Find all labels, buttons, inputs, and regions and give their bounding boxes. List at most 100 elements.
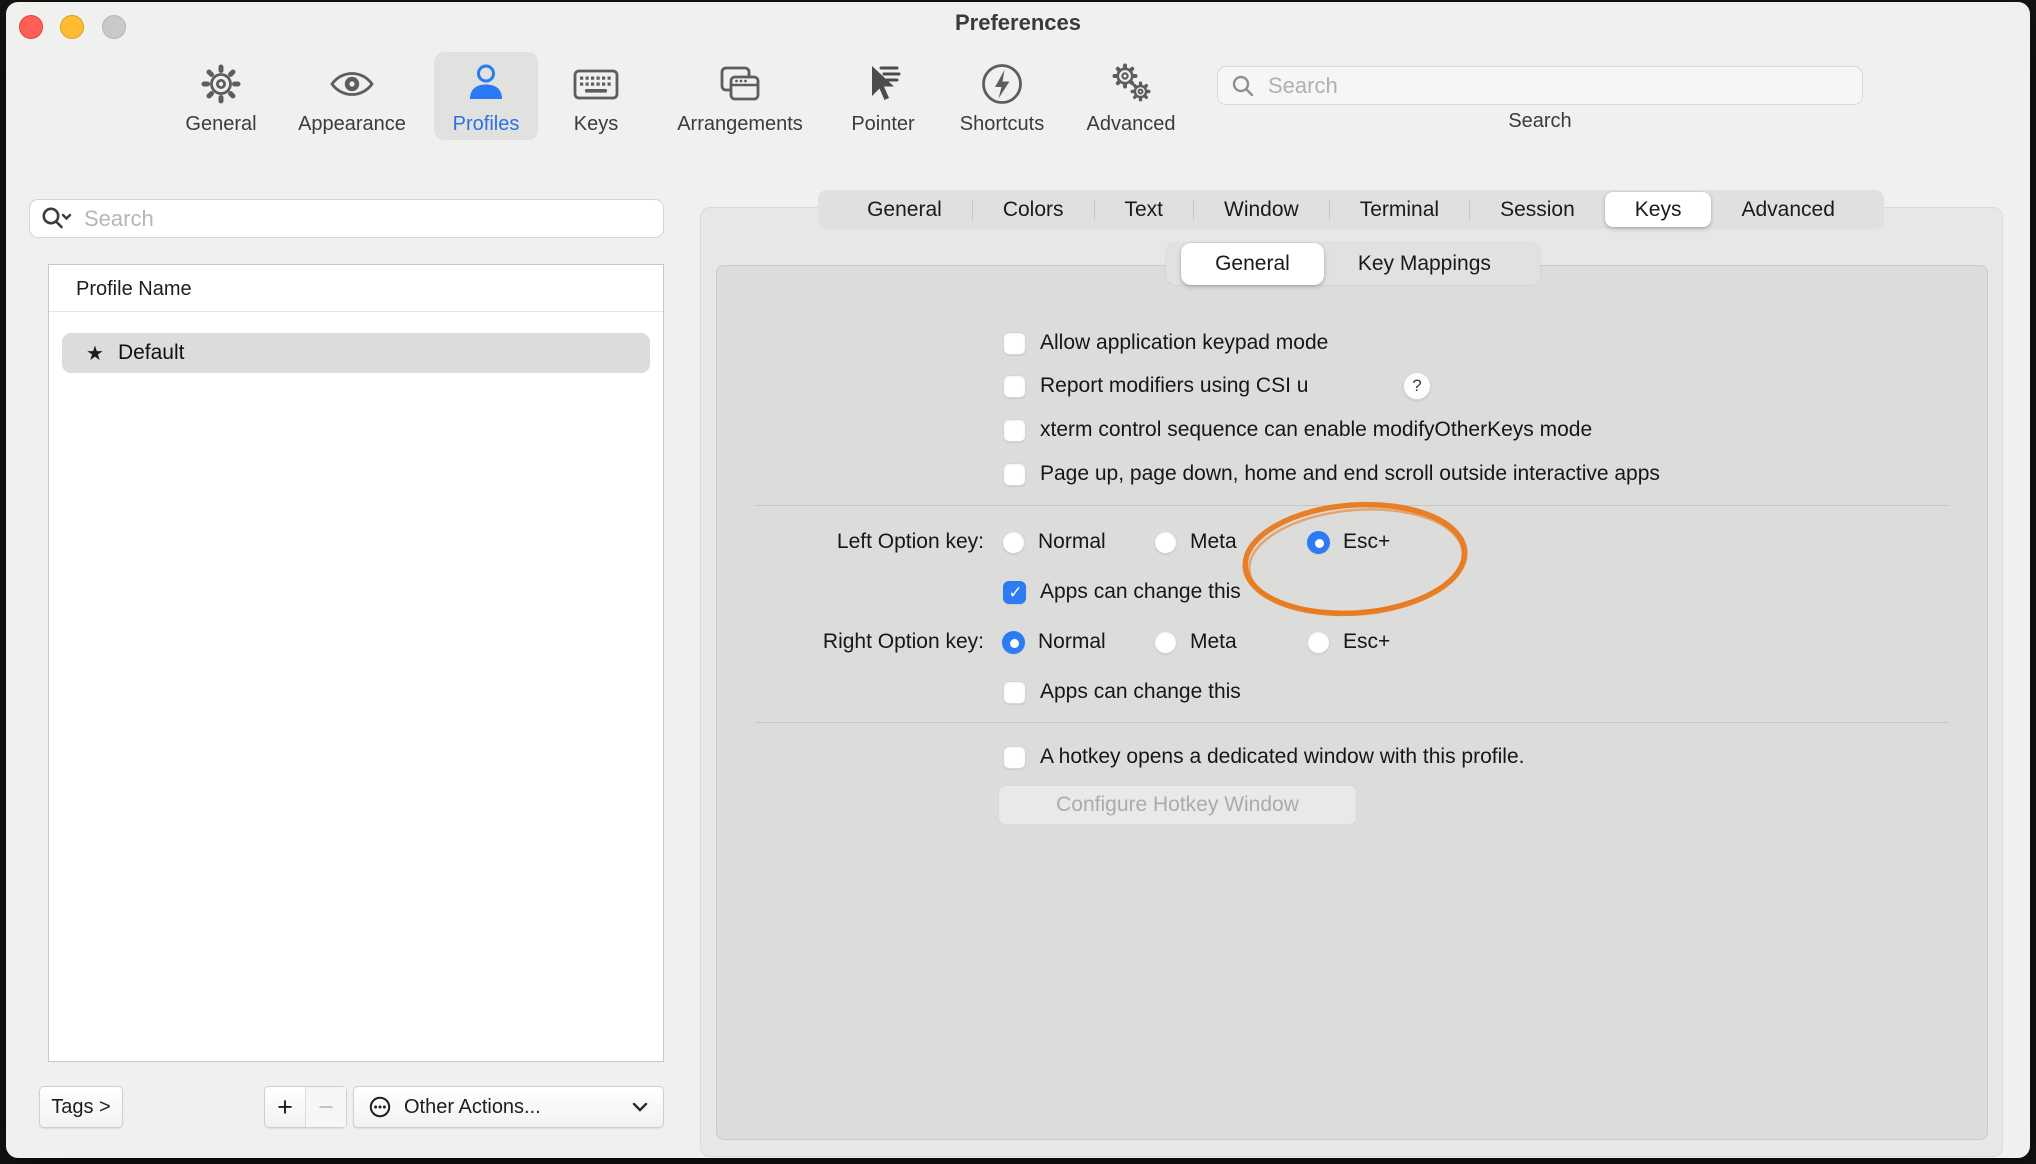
right-option-normal: Normal bbox=[1002, 627, 1106, 657]
tab-text[interactable]: Text bbox=[1095, 192, 1194, 227]
right-option-meta: Meta bbox=[1154, 627, 1237, 657]
window-title: Preferences bbox=[868, 10, 1168, 36]
minus-icon: − bbox=[318, 1092, 334, 1123]
right-option-key-label: Right Option key: bbox=[694, 627, 984, 657]
radio-right-normal[interactable] bbox=[1002, 631, 1025, 654]
star-icon: ★ bbox=[86, 341, 104, 366]
row-hotkey: A hotkey opens a dedicated window with t… bbox=[1003, 742, 1524, 772]
tags-button[interactable]: Tags > bbox=[39, 1086, 123, 1128]
radio-right-esc[interactable] bbox=[1307, 631, 1330, 654]
toolbar-item-profiles[interactable]: Profiles bbox=[434, 52, 538, 140]
tab-keys[interactable]: Keys bbox=[1605, 192, 1712, 227]
profile-row-default[interactable]: ★ Default bbox=[62, 333, 650, 373]
profile-list bbox=[48, 264, 664, 1062]
tab-general[interactable]: General bbox=[837, 192, 972, 227]
tab-window[interactable]: Window bbox=[1194, 192, 1329, 227]
checkbox-page-scroll[interactable] bbox=[1003, 463, 1026, 486]
remove-profile-button[interactable]: − bbox=[305, 1087, 346, 1127]
keyboard-icon bbox=[571, 59, 621, 109]
label-keypad-mode: Allow application keypad mode bbox=[1040, 331, 1328, 355]
radio-left-esc[interactable] bbox=[1307, 531, 1330, 554]
fullscreen-button[interactable] bbox=[102, 15, 126, 39]
toolbar-search-input[interactable] bbox=[1266, 72, 1850, 100]
subtab-key-mappings[interactable]: Key Mappings bbox=[1324, 243, 1525, 285]
toolbar-label-pointer: Pointer bbox=[851, 113, 914, 136]
checkbox-hotkey-window[interactable] bbox=[1003, 746, 1026, 769]
add-remove-group: + − bbox=[264, 1086, 347, 1128]
toolbar-item-arrangements[interactable]: Arrangements bbox=[655, 52, 825, 140]
toolbar-search-caption: Search bbox=[1217, 110, 1863, 133]
left-option-meta: Meta bbox=[1154, 527, 1237, 557]
toolbar-search-field[interactable] bbox=[1217, 66, 1863, 105]
profile-search-input[interactable] bbox=[82, 205, 653, 233]
chevron-down-icon bbox=[631, 1100, 649, 1114]
gears-icon bbox=[1106, 59, 1156, 109]
help-button[interactable]: ? bbox=[1403, 372, 1431, 400]
row-csi-u: Report modifiers using CSI u bbox=[1003, 371, 1308, 401]
section-divider bbox=[755, 505, 1949, 506]
toolbar-item-general[interactable]: General bbox=[151, 52, 291, 140]
label-page-scroll: Page up, page down, home and end scroll … bbox=[1040, 462, 1660, 486]
toolbar-label-profiles: Profiles bbox=[453, 113, 520, 136]
checkbox-keypad-mode[interactable] bbox=[1003, 332, 1026, 355]
profile-list-column-header: Profile Name bbox=[76, 278, 192, 301]
row-keypad-mode: Allow application keypad mode bbox=[1003, 328, 1328, 358]
cursor-icon bbox=[858, 59, 908, 109]
radio-right-meta[interactable] bbox=[1154, 631, 1177, 654]
label-hotkey: A hotkey opens a dedicated window with t… bbox=[1040, 745, 1524, 769]
toolbar-label-arrangements: Arrangements bbox=[677, 113, 803, 136]
tags-button-label: Tags > bbox=[51, 1096, 110, 1119]
minimize-button[interactable] bbox=[60, 15, 84, 39]
checkbox-csi-u[interactable] bbox=[1003, 375, 1026, 398]
close-button[interactable] bbox=[19, 15, 43, 39]
row-page-scroll: Page up, page down, home and end scroll … bbox=[1003, 459, 1660, 489]
toolbar-label-appearance: Appearance bbox=[298, 113, 406, 136]
left-option-esc: Esc+ bbox=[1307, 527, 1390, 557]
label-modify-other-keys: xterm control sequence can enable modify… bbox=[1040, 418, 1592, 442]
circle-ellipsis-icon bbox=[368, 1095, 392, 1119]
label-csi-u: Report modifiers using CSI u bbox=[1040, 374, 1308, 398]
toolbar-item-appearance[interactable]: Appearance bbox=[282, 52, 422, 140]
section-divider bbox=[755, 722, 1949, 723]
eye-icon bbox=[327, 59, 377, 109]
profile-search-field[interactable] bbox=[29, 199, 664, 238]
row-modify-other-keys: xterm control sequence can enable modify… bbox=[1003, 415, 1592, 445]
search-icon bbox=[1230, 73, 1256, 99]
tab-colors[interactable]: Colors bbox=[973, 192, 1094, 227]
row-left-apps-can-change: Apps can change this bbox=[1003, 577, 1241, 607]
gear-icon bbox=[196, 59, 246, 109]
screen: Preferences General Appearance bbox=[0, 0, 2036, 1164]
tab-session[interactable]: Session bbox=[1470, 192, 1605, 227]
profile-tabbar: General Colors Text Window Terminal Sess… bbox=[818, 190, 1884, 229]
checkbox-modify-other-keys[interactable] bbox=[1003, 419, 1026, 442]
toolbar-item-keys[interactable]: Keys bbox=[526, 52, 666, 140]
configure-hotkey-window-button[interactable]: Configure Hotkey Window bbox=[998, 785, 1357, 825]
add-profile-button[interactable]: + bbox=[265, 1087, 305, 1127]
toolbar-label-advanced: Advanced bbox=[1087, 113, 1176, 136]
subtab-general[interactable]: General bbox=[1181, 243, 1324, 285]
tab-advanced[interactable]: Advanced bbox=[1711, 192, 1864, 227]
list-header-divider bbox=[49, 311, 663, 312]
toolbar-label-keys: Keys bbox=[574, 113, 618, 136]
row-right-apps-can-change: Apps can change this bbox=[1003, 677, 1241, 707]
keys-general-panel bbox=[716, 265, 1988, 1140]
keys-subtabbar: General Key Mappings bbox=[1166, 243, 1540, 285]
toolbar-item-advanced[interactable]: Advanced bbox=[1061, 52, 1201, 140]
person-icon bbox=[461, 59, 511, 109]
search-scope-icon bbox=[40, 205, 74, 233]
lightning-icon bbox=[977, 59, 1027, 109]
checkbox-right-apps-can-change[interactable] bbox=[1003, 681, 1026, 704]
left-option-normal: Normal bbox=[1002, 527, 1106, 557]
radio-left-meta[interactable] bbox=[1154, 531, 1177, 554]
radio-left-normal[interactable] bbox=[1002, 531, 1025, 554]
toolbar-item-shortcuts[interactable]: Shortcuts bbox=[932, 52, 1072, 140]
toolbar-label-general: General bbox=[185, 113, 256, 136]
plus-icon: + bbox=[277, 1092, 293, 1123]
checkbox-left-apps-can-change[interactable] bbox=[1003, 581, 1026, 604]
profile-name: Default bbox=[118, 341, 185, 365]
tab-terminal[interactable]: Terminal bbox=[1330, 192, 1469, 227]
left-option-key-label: Left Option key: bbox=[694, 527, 984, 557]
other-actions-label: Other Actions... bbox=[404, 1096, 541, 1119]
other-actions-dropdown[interactable]: Other Actions... bbox=[353, 1086, 664, 1128]
windows-icon bbox=[715, 59, 765, 109]
